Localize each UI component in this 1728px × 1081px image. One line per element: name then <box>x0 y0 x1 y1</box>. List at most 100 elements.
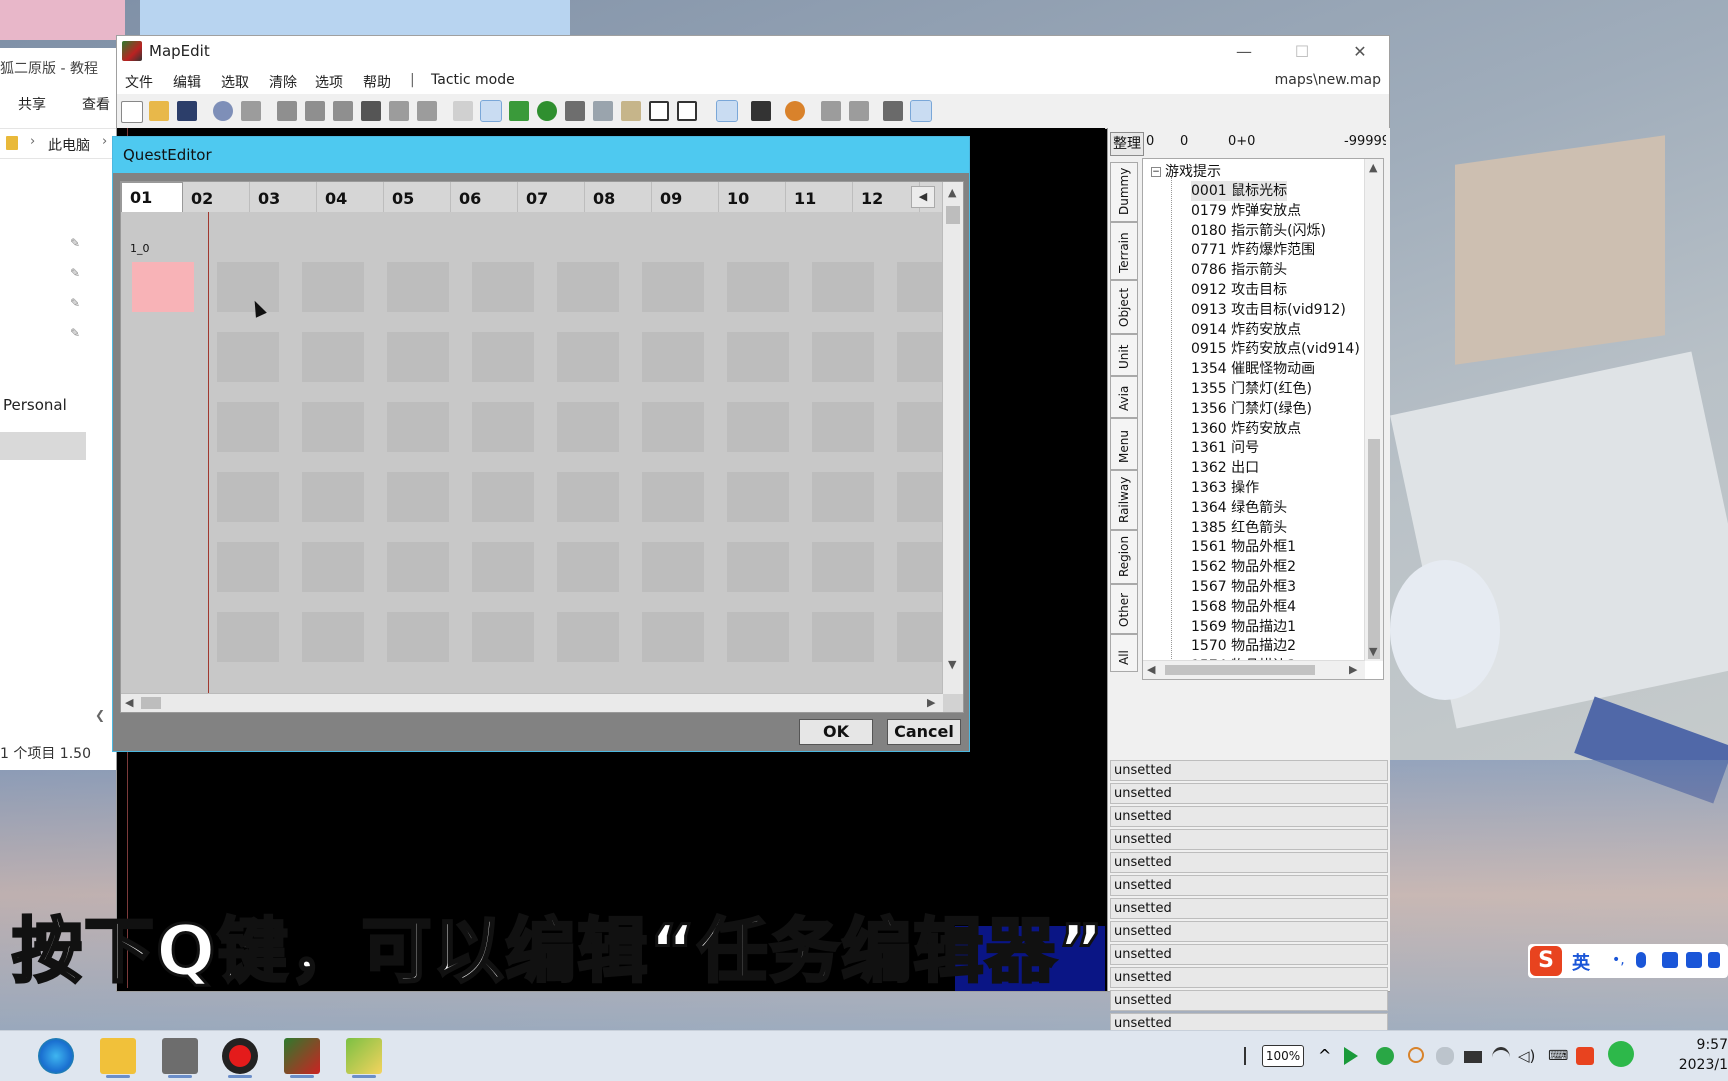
ok-button[interactable]: OK <box>799 719 873 745</box>
quest-cell[interactable] <box>217 542 279 592</box>
scroll-down-icon[interactable]: ▼ <box>1369 645 1377 658</box>
quest-cell[interactable] <box>217 612 279 662</box>
tree-item[interactable]: 1362 出口 <box>1191 458 1259 478</box>
quest-tab[interactable]: 07 <box>518 182 585 212</box>
quest-tab[interactable]: 09 <box>652 182 719 212</box>
unit-slot[interactable]: unsetted <box>1110 852 1388 873</box>
scroll-up-icon[interactable]: ▲ <box>948 186 956 199</box>
tree-item[interactable]: 1567 物品外框3 <box>1191 577 1296 597</box>
pin-icon[interactable]: ✎ <box>70 266 80 280</box>
scroll-right-icon[interactable]: ▶ <box>927 696 935 709</box>
quest-cell[interactable] <box>217 332 279 382</box>
plane-icon[interactable] <box>593 101 613 121</box>
download-icon[interactable] <box>361 101 381 121</box>
quest-cell[interactable] <box>727 262 789 312</box>
quest-cell[interactable] <box>727 472 789 522</box>
chevron-right-icon[interactable]: › <box>102 134 107 149</box>
unit-icon[interactable] <box>565 101 585 121</box>
tree-item[interactable]: 1354 催眠怪物动画 <box>1191 359 1315 379</box>
quest-tab[interactable]: 05 <box>384 182 451 212</box>
ime-logo-icon[interactable]: S <box>1530 946 1562 976</box>
tree-item[interactable]: 0786 指示箭头 <box>1191 260 1287 280</box>
quest-cell-selected[interactable] <box>132 262 194 312</box>
tree-item[interactable]: 1361 问号 <box>1191 438 1259 458</box>
sync-icon[interactable] <box>1376 1047 1394 1065</box>
quest-cell[interactable] <box>812 402 874 452</box>
unit-slot[interactable]: unsetted <box>1110 806 1388 827</box>
menu-options[interactable]: 选项 <box>315 72 343 92</box>
all-layers-icon[interactable] <box>453 101 473 121</box>
wifi-icon[interactable] <box>1492 1047 1510 1068</box>
unit-slot[interactable]: unsetted <box>1110 944 1388 965</box>
save-icon[interactable] <box>177 101 197 121</box>
scroll-left-icon[interactable]: ◀ <box>1147 663 1155 676</box>
menu-tactic-mode[interactable]: Tactic mode <box>431 72 515 88</box>
quest-cell[interactable] <box>557 332 619 382</box>
tab-dummy[interactable]: Dummy <box>1110 162 1138 222</box>
quest-cell[interactable] <box>472 542 534 592</box>
quest-cell[interactable] <box>812 472 874 522</box>
tree-icon[interactable] <box>537 101 557 121</box>
tool-icon[interactable] <box>277 101 297 121</box>
edge-browser-icon[interactable] <box>38 1038 74 1074</box>
quest-cell[interactable] <box>302 472 364 522</box>
quest-tab[interactable]: 01 <box>121 182 183 214</box>
undo-icon[interactable] <box>213 101 233 121</box>
quest-tab[interactable]: 03 <box>250 182 317 212</box>
scroll-left-icon[interactable]: ❮ <box>95 708 105 722</box>
open-folder-icon[interactable] <box>149 101 169 121</box>
cloud-icon[interactable] <box>1436 1047 1454 1065</box>
tab-other[interactable]: Other <box>1110 584 1138 634</box>
quest-editor-titlebar[interactable]: QuestEditor <box>113 137 969 173</box>
tree-item[interactable]: 1356 门禁灯(绿色) <box>1191 399 1312 419</box>
play-icon[interactable] <box>1344 1047 1358 1065</box>
quest-cell[interactable] <box>387 402 449 452</box>
pin-icon[interactable]: ✎ <box>70 296 80 310</box>
file-explorer-window[interactable]: 狐二原版 - 教程 共享 查看 › 此电脑 › ✎ ✎ ✎ ✎ Personal… <box>0 48 117 770</box>
unit-slot[interactable]: unsetted <box>1110 921 1388 942</box>
tool-icon[interactable] <box>333 101 353 121</box>
quest-cell[interactable] <box>727 332 789 382</box>
quest-cell[interactable] <box>217 262 279 312</box>
quest-cell[interactable] <box>557 612 619 662</box>
quest-cell[interactable] <box>642 612 704 662</box>
system-clock[interactable]: 9:57 2023/1 <box>1668 1035 1728 1075</box>
unit-slot[interactable]: unsetted <box>1110 829 1388 850</box>
quest-cell[interactable] <box>302 402 364 452</box>
cancel-button[interactable]: Cancel <box>887 719 961 745</box>
tree-item[interactable]: 0179 炸弹安放点 <box>1191 201 1301 221</box>
tab-railway[interactable]: Railway <box>1110 470 1138 530</box>
breadcrumb-this-pc[interactable]: 此电脑 <box>48 135 90 155</box>
sogou-icon[interactable] <box>1576 1047 1594 1065</box>
menu-clear[interactable]: 清除 <box>269 72 297 92</box>
tool-icon[interactable] <box>821 101 841 121</box>
tree-item[interactable]: 0771 炸药爆炸范围 <box>1191 240 1315 260</box>
editor-app-icon[interactable] <box>346 1038 382 1078</box>
plug-icon[interactable] <box>1244 1047 1254 1065</box>
scroll-thumb[interactable] <box>1165 665 1315 675</box>
file-explorer-icon[interactable] <box>100 1038 136 1078</box>
quest-cell[interactable] <box>472 402 534 452</box>
quest-cell[interactable] <box>727 612 789 662</box>
unit-slot[interactable]: unsetted <box>1110 990 1388 1011</box>
unit-slot[interactable]: unsetted <box>1110 783 1388 804</box>
unit-slot[interactable]: unsetted <box>1110 967 1388 988</box>
pin-icon[interactable]: ✎ <box>70 326 80 340</box>
tree-item[interactable]: 1364 绿色箭头 <box>1191 498 1287 518</box>
quest-cell[interactable] <box>387 332 449 382</box>
tree-item[interactable]: 1570 物品描边2 <box>1191 636 1296 656</box>
quest-cell[interactable] <box>387 542 449 592</box>
record-icon[interactable] <box>222 1038 258 1078</box>
drive-icon[interactable] <box>1464 1051 1482 1063</box>
tree-item[interactable]: 0912 攻击目标 <box>1191 280 1287 300</box>
chevron-up-icon[interactable]: ^ <box>1318 1047 1336 1065</box>
gear-icon[interactable] <box>785 101 805 121</box>
region-r-icon[interactable] <box>677 101 697 121</box>
tab-region[interactable]: Region <box>1110 530 1138 584</box>
quest-cell[interactable] <box>812 262 874 312</box>
tree-item[interactable]: 0915 炸药安放点(vid914) <box>1191 339 1360 359</box>
tree-item[interactable]: 1360 炸药安放点 <box>1191 419 1301 439</box>
quest-cell[interactable] <box>302 542 364 592</box>
quest-cell[interactable] <box>302 612 364 662</box>
quest-cell[interactable] <box>557 402 619 452</box>
